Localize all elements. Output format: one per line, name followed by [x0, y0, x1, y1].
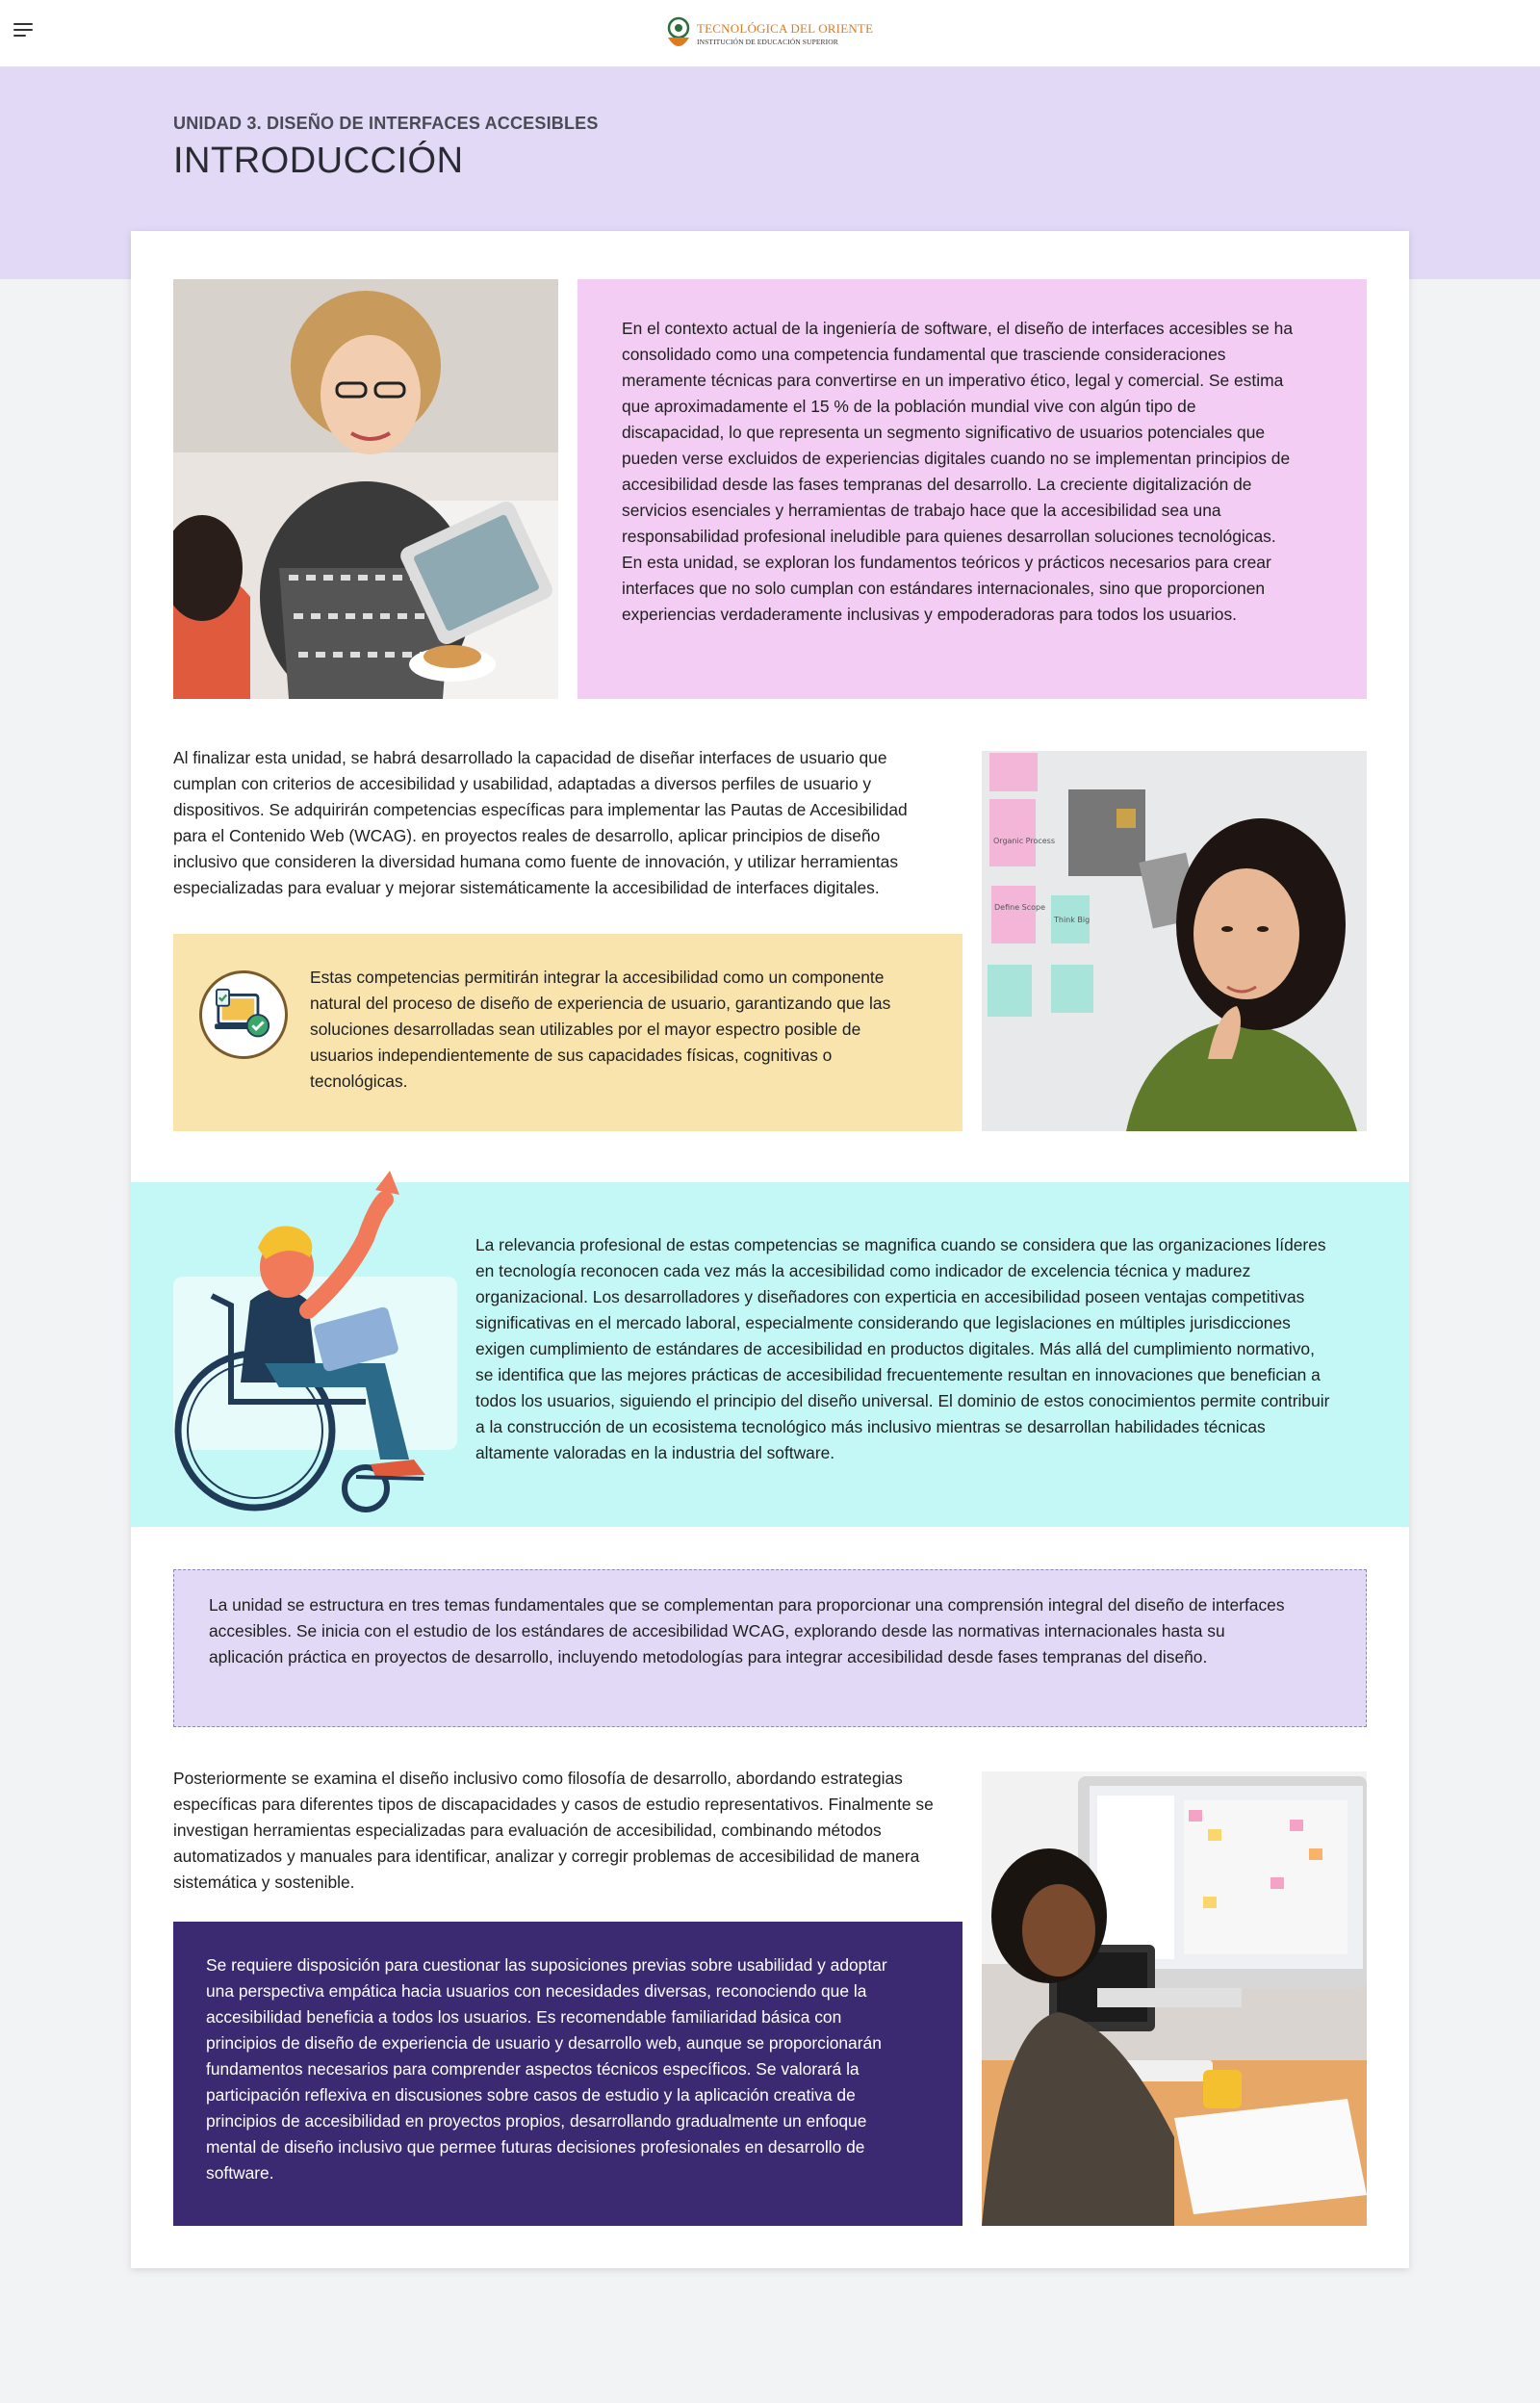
sticky-note-scope: Define Scope — [994, 903, 1045, 912]
goals-paragraph: Al finalizar esta unidad, se habrá desar… — [173, 748, 908, 897]
page-title: INTRODUCCIÓN — [173, 141, 464, 181]
intro-paragraph: En el contexto actual de la ingeniería d… — [622, 319, 1294, 624]
logo-subtitle: INSTITUCIÓN DE EDUCACIÓN SUPERIOR — [697, 38, 838, 46]
menu-icon[interactable] — [13, 23, 35, 42]
top-bar: TECNOLÓGICA DEL ORIENTE INSTITUCIÓN DE E… — [0, 0, 1540, 67]
followup-paragraph: Posteriormente se examina el diseño incl… — [173, 1769, 934, 1892]
relevance-paragraph: La relevancia profesional de estas compe… — [475, 1235, 1330, 1462]
structure-paragraph: La unidad se estructura en tres temas fu… — [209, 1595, 1285, 1667]
logo-title: TECNOLÓGICA DEL ORIENTE — [697, 21, 874, 36]
wheelchair-user-illustration — [173, 1171, 462, 1529]
sticky-note-organic: Organic Process — [993, 837, 1055, 845]
woman-thinking-image: Organic Process Define Scope Think Big — [982, 751, 1367, 1131]
woman-tablet-image — [173, 279, 558, 699]
requirements-paragraph: Se requiere disposición para cuestionar … — [206, 1955, 887, 2183]
institution-logo[interactable]: TECNOLÓGICA DEL ORIENTE INSTITUCIÓN DE E… — [666, 15, 873, 52]
competencies-note-text: Estas competencias permitirán integrar l… — [310, 968, 891, 1091]
computer-check-icon — [199, 970, 288, 1059]
logo-icon — [667, 16, 690, 46]
sticky-note-think: Think Big — [1053, 916, 1090, 924]
unit-label: UNIDAD 3. DISEÑO DE INTERFACES ACCESIBLE… — [173, 114, 599, 133]
desk-computer-image — [982, 1771, 1367, 2226]
